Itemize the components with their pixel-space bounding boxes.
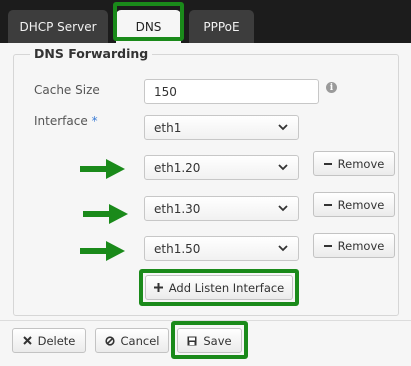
interface-select-value: eth1 bbox=[154, 120, 182, 135]
delete-label: Delete bbox=[37, 333, 76, 348]
remove-button-1[interactable]: Remove bbox=[313, 151, 395, 176]
delete-button[interactable]: Delete bbox=[12, 328, 86, 353]
tab-label: PPPoE bbox=[203, 19, 240, 34]
save-label: Save bbox=[203, 333, 232, 348]
save-button[interactable]: Save bbox=[177, 328, 242, 353]
arrow-right-icon bbox=[80, 241, 125, 261]
interface-select-value: eth1.20 bbox=[154, 160, 201, 175]
cache-size-label: Cache Size bbox=[34, 83, 100, 97]
chevron-down-icon bbox=[278, 205, 288, 212]
tab-label: DNS bbox=[135, 19, 162, 34]
tab-pppoe[interactable]: PPPoE bbox=[189, 10, 254, 43]
minus-icon bbox=[323, 201, 332, 209]
tab-label: DHCP Server bbox=[19, 19, 97, 34]
minus-icon bbox=[323, 160, 332, 168]
add-listen-interface-button[interactable]: Add Listen Interface bbox=[145, 275, 293, 300]
chevron-down-icon bbox=[278, 124, 288, 131]
arrow-right-icon bbox=[80, 159, 125, 179]
interface-label-text: Interface bbox=[34, 114, 88, 128]
arrow-right-icon bbox=[83, 204, 128, 224]
ban-icon bbox=[104, 335, 115, 346]
minus-icon bbox=[323, 242, 332, 250]
interface-label: Interface * bbox=[34, 114, 98, 128]
cache-size-input[interactable]: 150 bbox=[144, 79, 319, 104]
interface-select-1[interactable]: eth1 bbox=[144, 115, 299, 140]
interface-select-2[interactable]: eth1.20 bbox=[144, 155, 299, 180]
interface-select-4[interactable]: eth1.50 bbox=[144, 236, 299, 261]
plus-icon bbox=[153, 283, 163, 292]
interface-select-value: eth1.30 bbox=[154, 201, 201, 216]
chevron-down-icon bbox=[278, 245, 288, 252]
remove-label: Remove bbox=[337, 197, 385, 212]
add-listen-interface-label: Add Listen Interface bbox=[168, 280, 285, 295]
remove-label: Remove bbox=[337, 156, 385, 171]
x-icon bbox=[22, 336, 32, 345]
remove-label: Remove bbox=[337, 238, 385, 253]
chevron-down-icon bbox=[278, 164, 288, 171]
cache-size-value: 150 bbox=[154, 84, 177, 99]
remove-button-3[interactable]: Remove bbox=[313, 233, 395, 258]
tab-bar: DHCP Server DNS PPPoE bbox=[0, 0, 411, 43]
interface-select-value: eth1.50 bbox=[154, 241, 201, 256]
cancel-label: Cancel bbox=[120, 333, 160, 348]
interface-select-3[interactable]: eth1.30 bbox=[144, 196, 299, 221]
required-marker: * bbox=[91, 114, 98, 128]
save-icon bbox=[187, 336, 197, 346]
cancel-button[interactable]: Cancel bbox=[95, 328, 169, 353]
remove-button-2[interactable]: Remove bbox=[313, 192, 395, 217]
tab-dns[interactable]: DNS bbox=[116, 10, 181, 43]
section-title: DNS Forwarding bbox=[30, 46, 153, 61]
tab-dhcp-server[interactable]: DHCP Server bbox=[8, 10, 108, 43]
info-icon[interactable]: i bbox=[326, 82, 337, 93]
